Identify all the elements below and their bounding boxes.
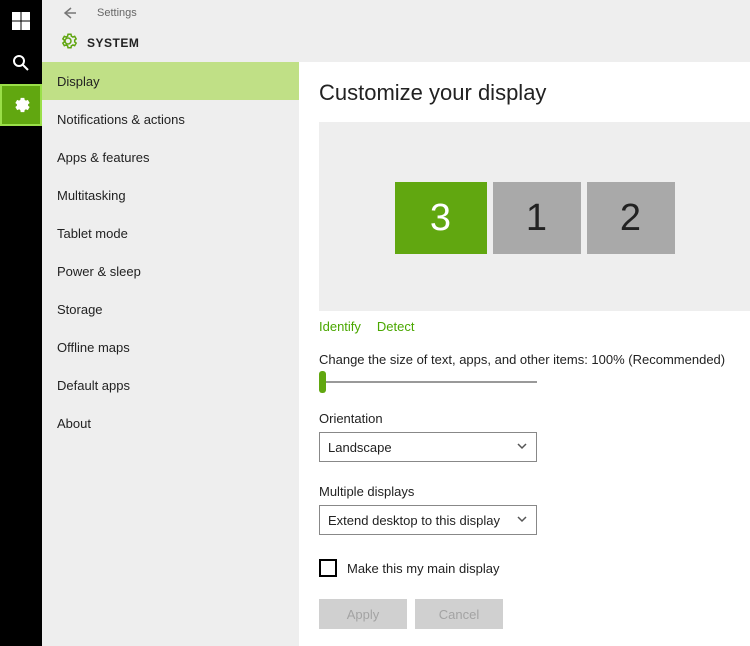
scale-slider[interactable] [319, 375, 537, 389]
scale-label: Change the size of text, apps, and other… [319, 352, 750, 367]
orientation-label: Orientation [319, 411, 750, 426]
search-icon[interactable] [0, 42, 42, 84]
sidebar-item-apps-features[interactable]: Apps & features [42, 138, 299, 176]
settings-icon[interactable] [0, 84, 42, 126]
taskbar [0, 0, 42, 646]
sidebar-item-power-sleep[interactable]: Power & sleep [42, 252, 299, 290]
page-category: SYSTEM [87, 36, 139, 50]
sidebar-item-about[interactable]: About [42, 404, 299, 442]
apply-button[interactable]: Apply [319, 599, 407, 629]
sidebar-item-default-apps[interactable]: Default apps [42, 366, 299, 404]
slider-track [319, 381, 537, 383]
monitor-1[interactable]: 1 [493, 182, 581, 254]
multidisplay-dropdown[interactable]: Extend desktop to this display [319, 505, 537, 535]
monitor-preview: 312 [319, 122, 750, 311]
sidebar-item-offline-maps[interactable]: Offline maps [42, 328, 299, 366]
cancel-button[interactable]: Cancel [415, 599, 503, 629]
sidebar: DisplayNotifications & actionsApps & fea… [42, 62, 299, 646]
slider-thumb[interactable] [319, 371, 326, 393]
monitor-row: 312 [319, 182, 750, 254]
detect-link[interactable]: Detect [377, 319, 415, 334]
back-button[interactable] [59, 3, 79, 23]
monitor-2[interactable]: 2 [587, 182, 675, 254]
multidisplay-value: Extend desktop to this display [328, 513, 500, 528]
settings-window: Settings SYSTEM DisplayNotifications & a… [42, 0, 750, 646]
identify-link[interactable]: Identify [319, 319, 361, 334]
multidisplay-label: Multiple displays [319, 484, 750, 499]
sidebar-item-display[interactable]: Display [42, 62, 299, 100]
start-icon[interactable] [0, 0, 42, 42]
maindisplay-checkbox[interactable] [319, 559, 337, 577]
sidebar-item-notifications-actions[interactable]: Notifications & actions [42, 100, 299, 138]
window-header: Settings SYSTEM [42, 0, 750, 62]
gear-icon [59, 32, 77, 55]
sidebar-item-tablet-mode[interactable]: Tablet mode [42, 214, 299, 252]
content-pane: Customize your display 312 Identify Dete… [299, 62, 750, 646]
orientation-value: Landscape [328, 440, 392, 455]
orientation-dropdown[interactable]: Landscape [319, 432, 537, 462]
chevron-down-icon [516, 440, 528, 455]
sidebar-item-storage[interactable]: Storage [42, 290, 299, 328]
breadcrumb: Settings [97, 7, 137, 19]
page-title: Customize your display [319, 80, 750, 106]
chevron-down-icon [516, 513, 528, 528]
monitor-3[interactable]: 3 [395, 182, 487, 254]
maindisplay-label: Make this my main display [347, 561, 499, 576]
sidebar-item-multitasking[interactable]: Multitasking [42, 176, 299, 214]
